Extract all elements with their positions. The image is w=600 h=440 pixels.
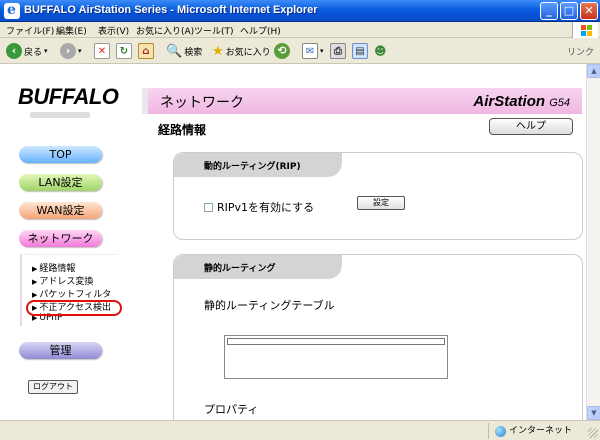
search-button[interactable]: 🔍 検索 [166, 42, 202, 60]
messenger-icon: ☻ [374, 44, 387, 58]
page-header-banner: ネットワーク AirStation G54 [142, 88, 582, 114]
favorites-button[interactable]: ★ お気に入り [212, 42, 271, 60]
print-button[interactable]: ⎙ [330, 42, 346, 60]
search-label: 検索 [184, 47, 203, 58]
listbox-row[interactable] [227, 338, 445, 345]
resize-grip[interactable] [588, 428, 598, 438]
maximize-button[interactable]: □ [560, 2, 578, 20]
menu-edit[interactable]: 編集(E) [56, 24, 87, 37]
ie-icon [4, 2, 20, 19]
scroll-up-icon[interactable]: ▲ [587, 64, 600, 78]
rip-checkbox-label: RIPv1を有効にする [217, 201, 315, 214]
star-icon: ★ [212, 43, 224, 59]
printer-icon: ⎙ [330, 43, 346, 59]
back-label: 戻る [24, 47, 43, 58]
edit-icon: ▤ [352, 43, 368, 59]
security-zone: インターネット [488, 423, 572, 439]
back-arrow-icon: ‹ [6, 43, 22, 59]
refresh-icon: ↻ [116, 43, 132, 59]
nav-network-button[interactable]: ネットワーク [19, 230, 102, 247]
property-label: プロパティ [204, 403, 259, 416]
back-button[interactable]: ‹ 戻る ▾ [6, 42, 48, 60]
stop-button[interactable]: ✕ [94, 42, 110, 60]
header-title: ネットワーク [160, 95, 244, 111]
rip-checkbox[interactable] [204, 202, 213, 212]
messenger-button[interactable]: ☻ [374, 42, 387, 60]
windows-logo-icon [572, 22, 598, 38]
edit-button[interactable]: ▤ [352, 42, 368, 60]
window-titlebar: BUFFALO AirStation Series - Microsoft In… [0, 0, 600, 22]
submenu-packet-filter[interactable]: パケットフィルタ [32, 287, 111, 300]
forward-button[interactable]: › ▾ [60, 42, 82, 60]
rip-panel: 動的ルーティング(RIP) RIPv1を有効にする 設定 [173, 152, 583, 240]
home-icon: ⌂ [138, 43, 154, 59]
zone-label: インターネット [509, 426, 573, 436]
page-content: BUFFALO TOP LAN設定 WAN設定 ネットワーク 経路情報 アドレス… [0, 64, 586, 420]
static-panel-tab: 静的ルーティング [174, 255, 342, 279]
menu-view[interactable]: 表示(V) [98, 24, 129, 37]
static-routing-listbox[interactable] [224, 335, 448, 379]
static-routing-panel: 静的ルーティング 静的ルーティングテーブル プロパティ [173, 254, 583, 420]
nav-management-button[interactable]: 管理 [19, 342, 102, 359]
menu-tools[interactable]: ツール(T) [194, 24, 234, 37]
mail-button[interactable]: ✉ ▾ [302, 42, 324, 60]
logout-button[interactable]: ログアウト [28, 380, 78, 394]
history-button[interactable]: ⟲ [274, 42, 290, 60]
dropdown-arrow-icon: ▾ [320, 47, 324, 55]
toolbar: ‹ 戻る ▾ › ▾ ✕ ↻ ⌂ 🔍 検索 ★ お気に入り ⟲ ✉ ▾ ⎙ ▤ … [0, 38, 600, 64]
scroll-down-icon[interactable]: ▼ [587, 406, 600, 420]
links-label[interactable]: リンク [567, 45, 594, 58]
globe-icon [495, 425, 506, 437]
nav-wan-button[interactable]: WAN設定 [19, 202, 102, 219]
rip-panel-title: 動的ルーティング(RIP) [204, 162, 301, 172]
help-button[interactable]: ヘルプ [489, 118, 573, 135]
nav-lan-button[interactable]: LAN設定 [19, 174, 102, 191]
highlight-circle [26, 300, 122, 316]
search-icon: 🔍 [166, 43, 183, 59]
history-icon: ⟲ [274, 43, 290, 59]
rip-checkbox-row[interactable]: RIPv1を有効にする [204, 199, 314, 215]
refresh-button[interactable]: ↻ [116, 42, 132, 60]
dropdown-arrow-icon: ▾ [78, 47, 82, 55]
vertical-scrollbar[interactable]: ▲ ▼ [586, 64, 600, 420]
home-button[interactable]: ⌂ [138, 42, 154, 60]
menu-help[interactable]: ヘルプ(H) [240, 24, 281, 37]
static-panel-title: 静的ルーティング [204, 264, 276, 274]
window-title: BUFFALO AirStation Series - Microsoft In… [24, 4, 318, 16]
logo-subtext [30, 112, 90, 118]
menu-file[interactable]: ファイル(F) [6, 24, 54, 37]
minimize-button[interactable]: _ [540, 2, 558, 20]
brand-logo: AirStation G54 [473, 93, 570, 110]
stop-icon: ✕ [94, 43, 110, 59]
forward-arrow-icon: › [60, 43, 76, 59]
submenu-address-translation[interactable]: アドレス変換 [32, 274, 93, 287]
menu-bar: ファイル(F) 編集(E) 表示(V) お気に入り(A) ツール(T) ヘルプ(… [0, 22, 600, 38]
static-table-label: 静的ルーティングテーブル [204, 299, 335, 312]
favorites-label: お気に入り [225, 47, 271, 58]
buffalo-logo: BUFFALO [18, 84, 119, 109]
submenu-routing-info[interactable]: 経路情報 [32, 261, 75, 274]
dropdown-arrow-icon: ▾ [44, 47, 48, 55]
nav-top-button[interactable]: TOP [19, 146, 102, 163]
page-title: 経路情報 [158, 123, 207, 137]
close-button[interactable]: ✕ [580, 2, 598, 20]
mail-icon: ✉ [302, 43, 318, 59]
status-bar: インターネット [0, 420, 600, 440]
rip-panel-tab: 動的ルーティング(RIP) [174, 153, 342, 177]
rip-set-button[interactable]: 設定 [357, 196, 405, 210]
menu-favorites[interactable]: お気に入り(A) [136, 24, 194, 37]
